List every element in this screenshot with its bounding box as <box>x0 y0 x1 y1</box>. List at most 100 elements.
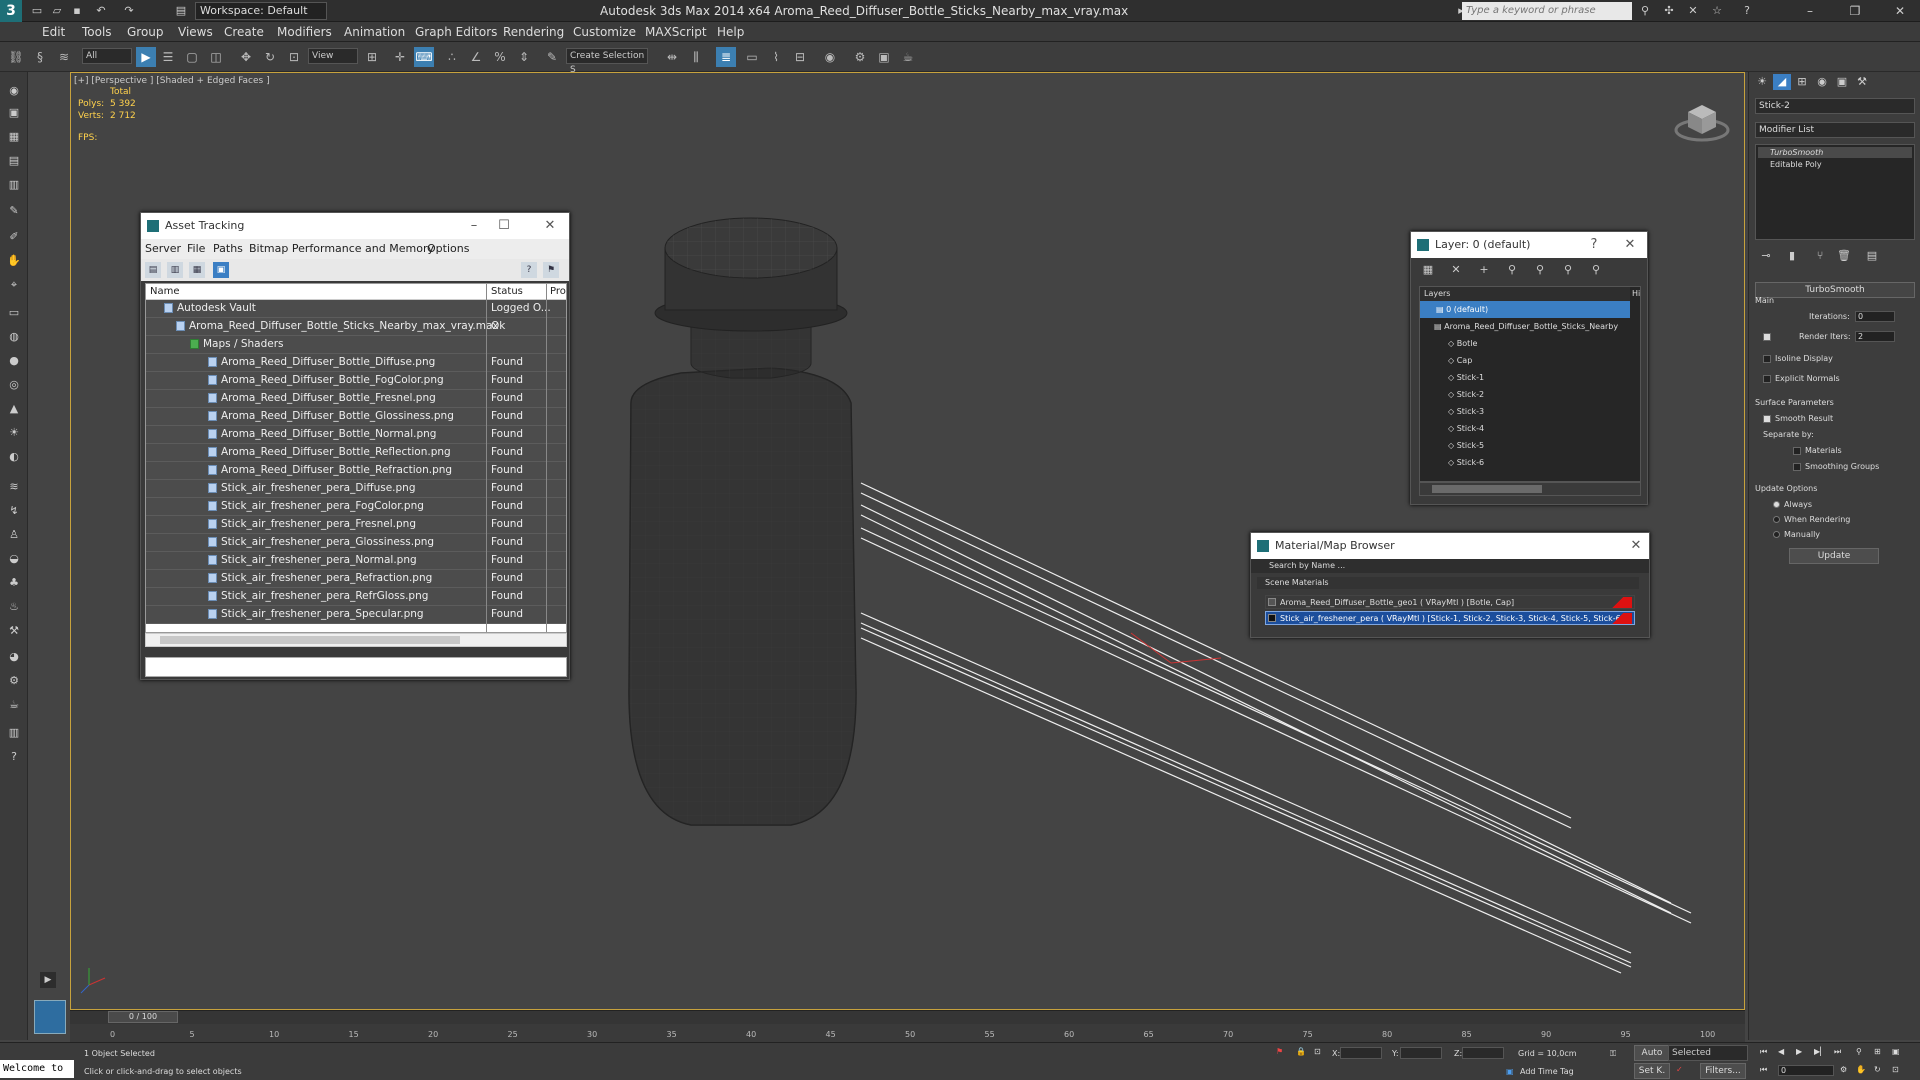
key-mode-icon[interactable]: ✓ <box>1676 1065 1683 1074</box>
asset-row[interactable]: Aroma_Reed_Diffuser_Bottle_FogColor.png F… <box>146 372 566 390</box>
asset-path-input[interactable] <box>145 657 567 677</box>
asset-tree-icon[interactable]: ▦ <box>189 262 205 278</box>
graphite-ribbon-icon[interactable]: ▭ <box>742 47 762 67</box>
sphere-icon[interactable]: ● <box>5 352 23 370</box>
spinner-snap-icon[interactable]: ⇕ <box>514 47 534 67</box>
material-row[interactable]: Aroma_Reed_Diffuser_Bottle_geo1 ( VRayMt… <box>1265 595 1635 609</box>
smooth-result-checkbox[interactable] <box>1763 414 1771 423</box>
new-file-icon[interactable]: ▭ <box>28 2 46 20</box>
panel-icon[interactable]: ▥ <box>5 176 23 194</box>
layer-new-icon[interactable]: ▦ <box>1419 262 1437 278</box>
layer-horizontal-scrollbar[interactable] <box>1419 482 1641 496</box>
camera-icon[interactable]: ⌖ <box>5 276 23 294</box>
asset-row[interactable]: Autodesk Vault Logged O... <box>146 300 566 318</box>
asset-list-icon[interactable]: ▤ <box>145 262 161 278</box>
asset-row[interactable]: Stick_air_freshener_pera_Specular.png Fou… <box>146 606 566 624</box>
material-browser-title[interactable]: Material/Map Browser <box>1251 533 1649 559</box>
pan-icon[interactable]: ✋ <box>1856 1065 1866 1074</box>
layers-column[interactable]: Layers <box>1424 287 1450 301</box>
smooth-result-row[interactable]: Smooth Result <box>1763 414 1833 423</box>
layers-icon[interactable]: ▤ <box>5 152 23 170</box>
render-iters-checkbox[interactable] <box>1763 332 1771 341</box>
rendered-frame-icon[interactable]: ▣ <box>874 47 894 67</box>
current-frame-field[interactable]: 0 <box>1778 1065 1834 1076</box>
viewcube-icon[interactable] <box>1672 92 1732 144</box>
explicit-normals-checkbox[interactable] <box>1763 374 1771 383</box>
motion-tab-icon[interactable]: ◉ <box>1813 74 1831 90</box>
layer-manager-icon[interactable]: ≣ <box>716 47 736 67</box>
when-rendering-row[interactable]: When Rendering <box>1773 515 1850 524</box>
snap-toggle-icon[interactable]: ∴ <box>442 47 462 67</box>
cylinder-icon[interactable]: ◍ <box>5 328 23 346</box>
lock-icon[interactable]: 🔒 <box>1296 1047 1306 1056</box>
always-row[interactable]: Always <box>1773 500 1812 509</box>
asset-menu-server[interactable]: Server <box>145 242 181 255</box>
paint-icon[interactable]: ✎ <box>5 202 23 220</box>
maximize-viewport-icon[interactable]: ⊡ <box>1892 1065 1899 1074</box>
material-editor-icon[interactable]: ◉ <box>820 47 840 67</box>
modify-tab-icon[interactable]: ◢ <box>1773 74 1791 90</box>
rotate-icon[interactable]: ↻ <box>260 47 280 67</box>
binoculars-icon[interactable]: ⚲ <box>1636 3 1654 19</box>
asset-help-icon[interactable]: ? <box>521 262 537 278</box>
layer-freeze-all-icon[interactable]: ⚲ <box>1587 262 1605 278</box>
link-icon[interactable]: ⛓ <box>6 47 26 67</box>
menu-help[interactable]: Help <box>717 25 744 39</box>
wrench-icon[interactable]: ⚒ <box>5 622 23 640</box>
goto-end-icon[interactable]: ⏭ <box>1834 1047 1841 1057</box>
isoline-checkbox[interactable] <box>1763 354 1771 363</box>
geosphere-icon[interactable]: ◐ <box>5 448 23 466</box>
material-search-input[interactable]: Search by Name ... <box>1251 559 1649 573</box>
manually-radio[interactable] <box>1773 531 1780 538</box>
subscription-icon[interactable]: ✣ <box>1660 3 1678 19</box>
menu-tools[interactable]: Tools <box>82 25 112 39</box>
project-folder-icon[interactable]: ▤ <box>172 2 190 20</box>
communication-icon[interactable]: ✕ <box>1684 3 1702 19</box>
asset-row[interactable]: Aroma_Reed_Diffuser_Bottle_Normal.png Fou… <box>146 426 566 444</box>
globe-icon[interactable]: ◒ <box>5 550 23 568</box>
hand-icon[interactable]: ✋ <box>5 252 23 270</box>
asset-row[interactable]: Aroma_Reed_Diffuser_Bottle_Sticks_Nearby… <box>146 318 566 336</box>
pin-stack-icon[interactable]: ⊸ <box>1757 248 1775 264</box>
modifier-turbosmooth[interactable]: TurboSmooth <box>1758 147 1912 158</box>
asset-row[interactable]: Aroma_Reed_Diffuser_Bottle_Glossiness.pn… <box>146 408 566 426</box>
window-crossing-icon[interactable]: ◫ <box>206 47 226 67</box>
bend-icon[interactable]: ↯ <box>5 502 23 520</box>
key-icon[interactable]: ⚿ <box>1610 1049 1616 1059</box>
show-end-result-icon[interactable]: ▮ <box>1783 248 1801 264</box>
minimize-icon[interactable]: – <box>1790 0 1830 22</box>
create-tab-icon[interactable]: ☀ <box>1753 74 1771 90</box>
named-selection-dropdown[interactable]: Create Selection S <box>566 48 648 75</box>
box-icon[interactable]: ▭ <box>5 304 23 322</box>
material-row[interactable]: Stick_air_freshener_pera ( VRayMtl ) [St… <box>1265 611 1635 625</box>
remove-modifier-icon[interactable]: 🗑 <box>1835 248 1853 264</box>
bind-spacewarp-icon[interactable]: ≋ <box>54 47 74 67</box>
track-bar[interactable]: 0 5 10 15 20 25 30 35 40 45 50 55 60 65 70 75 80 85 90 95 10… <box>70 1024 1745 1042</box>
mirror-icon[interactable]: ⇹ <box>662 47 682 67</box>
render-setup-icon[interactable]: ⚙ <box>850 47 870 67</box>
materials-row[interactable]: Materials <box>1793 446 1842 455</box>
display-tab-icon[interactable]: ▣ <box>1833 74 1851 90</box>
modifier-list-dropdown[interactable]: Modifier List <box>1755 122 1915 138</box>
reference-coord-dropdown[interactable]: View <box>308 48 358 64</box>
asset-pin-icon[interactable]: ⚑ <box>543 262 559 278</box>
key-mode-toggle-icon[interactable]: ⏮ <box>1760 1065 1767 1075</box>
menu-group[interactable]: Group <box>127 25 164 39</box>
smoothing-groups-checkbox[interactable] <box>1793 462 1801 471</box>
layer-row[interactable]: ◇ Botle <box>1420 335 1630 352</box>
explicit-normals-row[interactable]: Explicit Normals <box>1763 374 1840 383</box>
angle-snap-icon[interactable]: ∠ <box>466 47 486 67</box>
asset-row[interactable]: Maps / Shaders <box>146 336 566 354</box>
time-config-icon[interactable]: ⚙ <box>1840 1065 1847 1074</box>
open-file-icon[interactable]: ▱ <box>48 2 66 20</box>
modifier-editable-poly[interactable]: Editable Poly <box>1758 159 1912 170</box>
time-slider[interactable] <box>70 1010 1745 1024</box>
x-coordinate-field[interactable] <box>1340 1047 1382 1059</box>
z-coordinate-field[interactable] <box>1462 1047 1504 1059</box>
left-play-icon[interactable]: ▶ <box>40 972 56 988</box>
asset-row[interactable]: Aroma_Reed_Diffuser_Bottle_Reflection.pn… <box>146 444 566 462</box>
redo-icon[interactable]: ↷ <box>120 2 138 20</box>
key-filter-dropdown[interactable]: Selected <box>1668 1045 1748 1061</box>
keyboard-shortcut-icon[interactable]: ⌨ <box>414 47 434 67</box>
select-by-name-icon[interactable]: ☰ <box>158 47 178 67</box>
